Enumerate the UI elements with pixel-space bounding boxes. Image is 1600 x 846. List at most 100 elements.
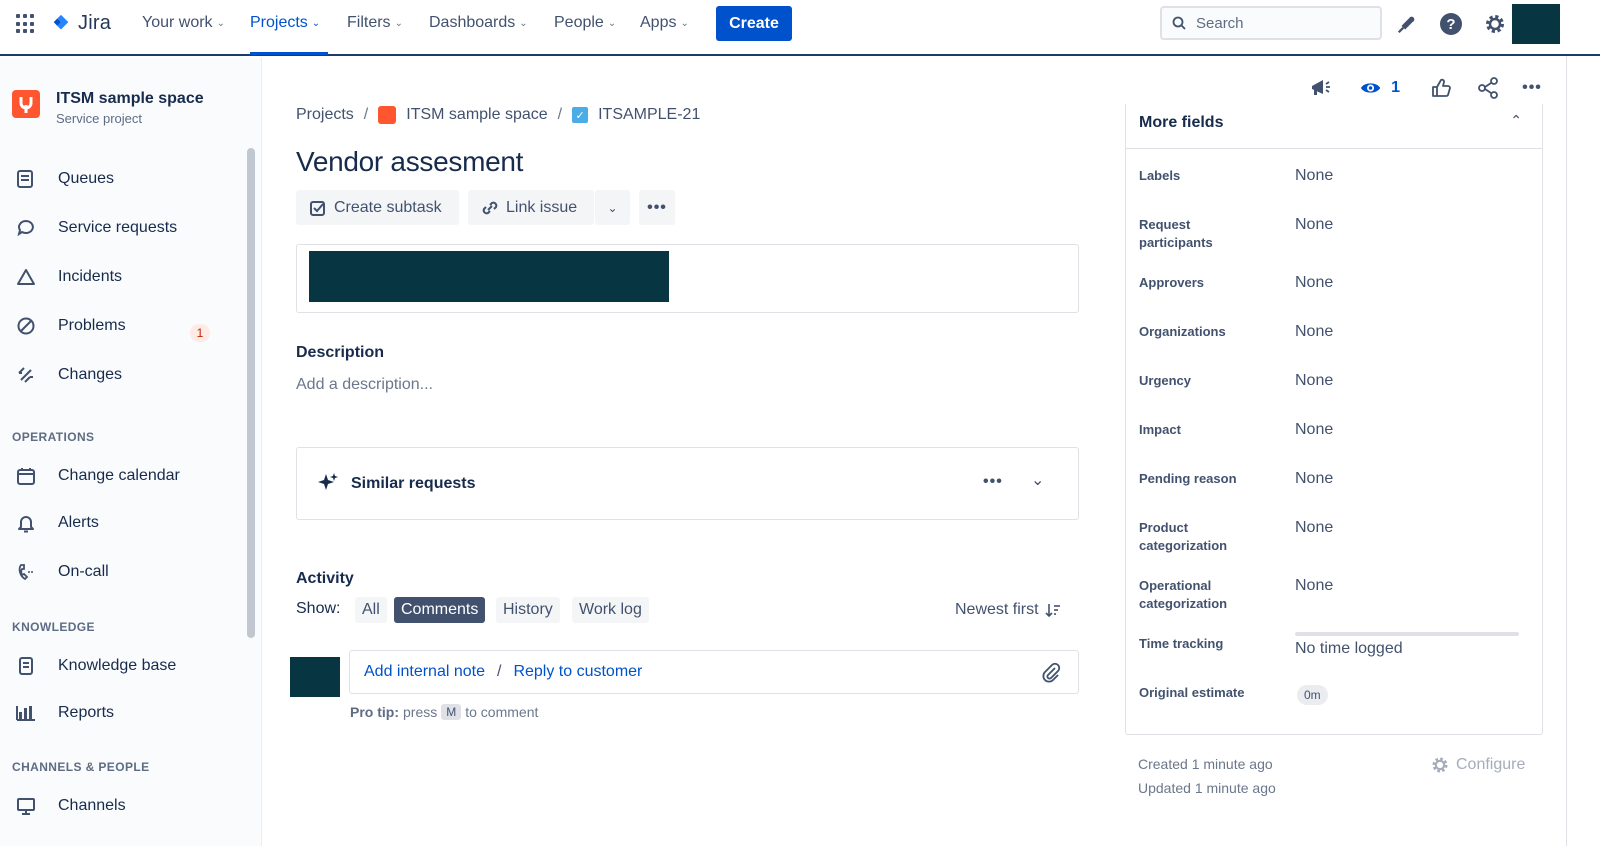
sidebar-item-queues[interactable]: Queues — [14, 167, 224, 191]
more-icon[interactable]: ••• — [983, 473, 1003, 491]
eye-icon — [1360, 83, 1381, 93]
more-actions-button[interactable]: ••• — [639, 190, 675, 225]
sidebar-item-label: Change calendar — [58, 467, 180, 484]
configure-label: Configure — [1456, 756, 1526, 773]
project-header[interactable]: ITSM sample space Service project — [12, 90, 204, 126]
link-issue-dropdown[interactable]: ⌄ — [595, 190, 630, 225]
breadcrumb-project[interactable]: ITSM sample space — [406, 106, 547, 124]
pro-tip-bold: Pro tip: — [350, 704, 399, 720]
channels-heading: CHANNELS & PEOPLE — [12, 760, 150, 774]
project-avatar-icon — [378, 106, 397, 124]
field-value-operational-categorization[interactable]: None — [1295, 577, 1333, 595]
app-switcher-icon[interactable] — [16, 14, 36, 34]
field-label-impact: Impact — [1139, 422, 1181, 437]
filter-work-log[interactable]: Work log — [572, 597, 649, 623]
settings-gear-icon[interactable] — [1483, 12, 1507, 36]
feedback-megaphone-icon[interactable] — [1309, 76, 1333, 100]
create-subtask-button[interactable]: Create subtask — [296, 190, 459, 225]
sidebar-item-changes[interactable]: Changes — [14, 363, 224, 387]
field-value-urgency[interactable]: None — [1295, 372, 1333, 390]
sidebar-item-label: Knowledge base — [58, 657, 177, 674]
field-value-impact[interactable]: None — [1295, 421, 1333, 439]
gear-icon — [1432, 757, 1448, 773]
chevron-down-icon[interactable]: ⌄ — [1031, 470, 1044, 490]
share-icon[interactable] — [1476, 76, 1500, 100]
more-fields-header[interactable]: More fields ⌃ — [1126, 104, 1542, 149]
field-value-product-categorization[interactable]: None — [1295, 519, 1333, 537]
nav-filters[interactable]: Filters ⌄ — [347, 14, 403, 32]
pro-tip-press: press — [403, 704, 438, 720]
link-issue-button[interactable]: Link issue — [468, 190, 594, 225]
project-avatar-icon — [12, 90, 40, 118]
field-value-labels[interactable]: None — [1295, 167, 1333, 185]
add-internal-note-link[interactable]: Add internal note — [364, 663, 485, 681]
user-avatar[interactable] — [1512, 4, 1560, 44]
time-tracking-bar[interactable] — [1295, 632, 1519, 636]
sidebar-item-problems[interactable]: Problems — [14, 314, 224, 338]
field-label-original-estimate: Original estimate — [1139, 685, 1245, 700]
field-value-pending-reason[interactable]: None — [1295, 470, 1333, 488]
breadcrumb-separator: / — [557, 106, 563, 123]
filter-history[interactable]: History — [496, 597, 560, 623]
warning-icon — [14, 265, 38, 289]
help-icon[interactable]: ? — [1439, 12, 1463, 36]
chevron-down-icon: ⌄ — [607, 17, 617, 29]
field-label-organizations: Organizations — [1139, 324, 1226, 339]
field-value-time-tracking[interactable]: No time logged — [1295, 640, 1403, 658]
field-value-organizations[interactable]: None — [1295, 323, 1333, 341]
request-summary-field[interactable] — [296, 244, 1079, 313]
search-box[interactable] — [1160, 6, 1382, 40]
page-scrollbar[interactable] — [1566, 56, 1567, 846]
sidebar-item-service-requests[interactable]: Service requests — [14, 216, 224, 240]
operations-heading: OPERATIONS — [12, 430, 95, 444]
nav-projects[interactable]: Projects ⌄ — [250, 14, 320, 32]
sidebar-item-reports[interactable]: Reports — [14, 701, 224, 725]
notifications-icon[interactable] — [1395, 12, 1419, 36]
filter-all[interactable]: All — [355, 597, 387, 623]
nav-people[interactable]: People ⌄ — [554, 14, 616, 32]
sidebar-item-incidents[interactable]: Incidents — [14, 265, 224, 289]
nav-your-work[interactable]: Your work ⌄ — [142, 14, 225, 32]
link-icon — [482, 201, 498, 214]
sidebar-item-alerts[interactable]: Alerts — [14, 511, 224, 535]
issue-title[interactable]: Vendor assesment — [296, 146, 523, 178]
comment-editor[interactable]: Add internal note / Reply to customer — [349, 650, 1079, 694]
sidebar-item-change-calendar[interactable]: Change calendar — [14, 464, 224, 488]
breadcrumb-issue-key[interactable]: ITSAMPLE-21 — [598, 106, 700, 124]
link-issue-label: Link issue — [506, 198, 578, 216]
similar-requests-panel[interactable]: Similar requests ••• ⌄ — [296, 447, 1079, 520]
subtask-icon — [310, 200, 325, 216]
nav-label: Your work — [142, 14, 213, 31]
watchers-button[interactable]: 1 — [1360, 76, 1400, 100]
search-input[interactable] — [1196, 14, 1366, 32]
nav-dashboards[interactable]: Dashboards ⌄ — [429, 14, 528, 32]
more-icon[interactable]: ••• — [1520, 76, 1544, 100]
sidebar-scrollbar[interactable] — [247, 148, 255, 638]
configure-button[interactable]: Configure — [1430, 755, 1525, 775]
vote-thumbs-up-icon[interactable] — [1429, 76, 1453, 100]
field-label-pending-reason: Pending reason — [1139, 471, 1237, 486]
reply-to-customer-link[interactable]: Reply to customer — [513, 663, 642, 681]
sort-order-button[interactable]: Newest first — [955, 601, 1061, 619]
field-value-original-estimate[interactable]: 0m — [1297, 685, 1328, 705]
chart-icon — [14, 701, 38, 725]
phone-icon — [14, 560, 38, 584]
field-value-approvers[interactable]: None — [1295, 274, 1333, 292]
sidebar-item-channels[interactable]: Channels — [14, 794, 224, 818]
nav-apps[interactable]: Apps ⌄ — [640, 14, 689, 32]
create-button[interactable]: Create — [716, 6, 792, 41]
sidebar-item-knowledge-base[interactable]: Knowledge base — [14, 654, 224, 678]
chevron-down-icon: ⌄ — [519, 17, 528, 29]
sidebar-item-on-call[interactable]: On-call — [14, 560, 224, 584]
field-value-request-participants[interactable]: None — [1295, 216, 1333, 234]
attachment-icon[interactable] — [1040, 662, 1062, 684]
field-label-approvers: Approvers — [1139, 275, 1205, 290]
jira-logo[interactable]: Jira — [50, 12, 111, 35]
filter-comments[interactable]: Comments — [394, 597, 486, 623]
problem-icon — [14, 314, 38, 338]
pro-tip-rest: to comment — [465, 704, 539, 720]
field-label-labels: Labels — [1139, 168, 1181, 183]
description-field[interactable]: Add a description... — [296, 376, 433, 394]
breadcrumb-projects[interactable]: Projects — [296, 106, 354, 124]
jira-logo-icon — [53, 14, 69, 29]
